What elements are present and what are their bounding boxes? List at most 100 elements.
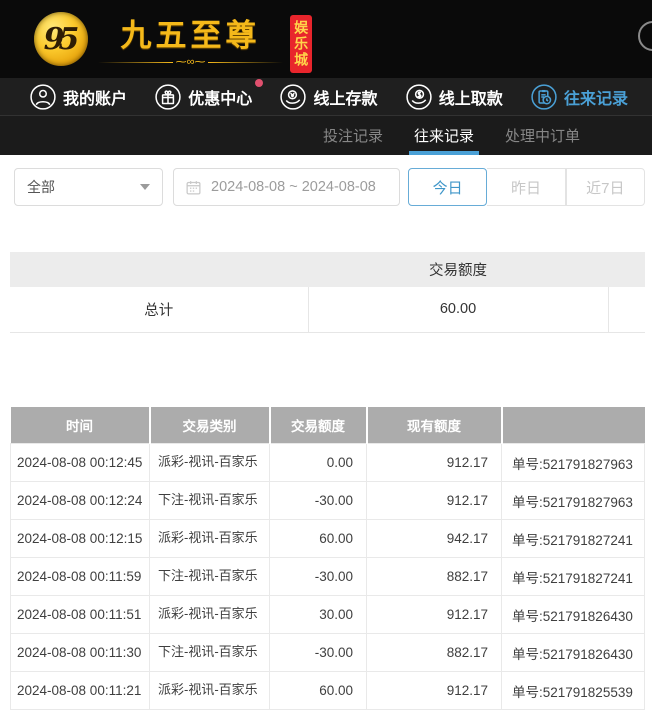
type-cell: 派彩-视讯-百家乐 bbox=[150, 672, 270, 710]
table-row: 2024-08-08 00:12:15派彩-视讯-百家乐60.00942.17单… bbox=[11, 520, 645, 558]
brand-badge: 娱乐城 bbox=[290, 15, 312, 73]
flourish-swirl-icon: ⁓∞⁓ bbox=[173, 57, 209, 68]
filter-bar: 全部 2024-08-08 ~ 2024-08-08 今日 昨日 近7日 bbox=[14, 168, 645, 206]
summary-table: 交易额度 总计 60.00 bbox=[10, 252, 645, 333]
last7days-button[interactable]: 近7日 bbox=[566, 168, 645, 206]
balance-cell: 882.17 bbox=[367, 634, 502, 672]
transactions-body: 2024-08-08 00:12:45派彩-视讯-百家乐0.00912.17单号… bbox=[11, 444, 645, 710]
record-tabs: 投注记录 往来记录 处理中订单 bbox=[0, 115, 652, 155]
table-row: 2024-08-08 00:12:45派彩-视讯-百家乐0.00912.17单号… bbox=[11, 444, 645, 482]
type-cell: 派彩-视讯-百家乐 bbox=[150, 520, 270, 558]
user-icon bbox=[30, 84, 56, 110]
summary-total-label: 总计 bbox=[10, 287, 308, 332]
deposit-icon bbox=[280, 84, 306, 110]
records-icon bbox=[531, 84, 557, 110]
summary-header-row: 交易额度 bbox=[10, 252, 645, 287]
nav-item-records[interactable]: 往来记录 bbox=[531, 84, 628, 110]
quick-date-buttons: 今日 昨日 近7日 bbox=[408, 168, 645, 206]
order-cell: 单号:521791827963 bbox=[502, 482, 645, 520]
col-header-balance: 现有额度 bbox=[367, 407, 502, 444]
type-cell: 派彩-视讯-百家乐 bbox=[150, 596, 270, 634]
type-cell: 派彩-视讯-百家乐 bbox=[150, 444, 270, 482]
notification-dot bbox=[255, 79, 263, 87]
nav-item-deposit[interactable]: 线上存款 bbox=[280, 84, 377, 110]
col-header-type: 交易类别 bbox=[150, 407, 270, 444]
type-cell: 下注-视讯-百家乐 bbox=[150, 634, 270, 672]
amount-cell: 60.00 bbox=[270, 520, 367, 558]
balance-cell: 912.17 bbox=[367, 596, 502, 634]
amount-cell: 30.00 bbox=[270, 596, 367, 634]
withdraw-icon bbox=[406, 84, 432, 110]
time-cell: 2024-08-08 00:11:30 bbox=[11, 634, 150, 672]
summary-header-empty bbox=[10, 252, 308, 287]
nav-item-label: 往来记录 bbox=[564, 85, 628, 109]
nav-item-label: 线上取款 bbox=[439, 85, 503, 109]
brand-name: 九五至尊 bbox=[121, 10, 261, 55]
nav-item-promotions[interactable]: 优惠中心 bbox=[155, 84, 252, 110]
order-cell: 单号:521791826430 bbox=[502, 634, 645, 672]
flourish-line-left bbox=[98, 62, 173, 63]
col-header-time: 时间 bbox=[11, 407, 150, 444]
gift-icon bbox=[155, 84, 181, 110]
category-select[interactable]: 全部 bbox=[14, 168, 163, 206]
chevron-down-icon bbox=[140, 184, 150, 190]
order-cell: 单号:521791827241 bbox=[502, 520, 645, 558]
balance-cell: 882.17 bbox=[367, 558, 502, 596]
table-row: 2024-08-08 00:12:24下注-视讯-百家乐-30.00912.17… bbox=[11, 482, 645, 520]
amount-cell: -30.00 bbox=[270, 482, 367, 520]
summary-header-empty2 bbox=[608, 252, 645, 287]
time-cell: 2024-08-08 00:12:24 bbox=[11, 482, 150, 520]
logo-title-block: 九五至尊 ⁓∞⁓ bbox=[98, 10, 283, 68]
table-row: 2024-08-08 00:11:21派彩-视讯-百家乐60.00912.17单… bbox=[11, 672, 645, 710]
avatar-icon[interactable] bbox=[638, 21, 652, 51]
balance-cell: 912.17 bbox=[367, 672, 502, 710]
top-bar: 95 九五至尊 ⁓∞⁓ 娱乐城 bbox=[0, 0, 652, 78]
amount-cell: 60.00 bbox=[270, 672, 367, 710]
calendar-icon bbox=[185, 179, 202, 196]
tab-pending-orders[interactable]: 处理中订单 bbox=[505, 116, 580, 155]
amount-cell: 0.00 bbox=[270, 444, 367, 482]
col-header-order bbox=[502, 407, 645, 444]
tab-transaction-records[interactable]: 往来记录 bbox=[414, 116, 474, 155]
type-cell: 下注-视讯-百家乐 bbox=[150, 558, 270, 596]
summary-total-row: 总计 60.00 bbox=[10, 287, 645, 332]
balance-cell: 912.17 bbox=[367, 482, 502, 520]
balance-cell: 942.17 bbox=[367, 520, 502, 558]
transactions-table: 时间 交易类别 交易额度 现有额度 2024-08-08 00:12:45派彩-… bbox=[10, 407, 645, 711]
col-header-amount: 交易额度 bbox=[270, 407, 367, 444]
nav-item-withdraw[interactable]: 线上取款 bbox=[406, 84, 503, 110]
order-cell: 单号:521791827963 bbox=[502, 444, 645, 482]
time-cell: 2024-08-08 00:11:59 bbox=[11, 558, 150, 596]
type-cell: 下注-视讯-百家乐 bbox=[150, 482, 270, 520]
summary-header-amount: 交易额度 bbox=[308, 252, 608, 287]
date-range-input[interactable]: 2024-08-08 ~ 2024-08-08 bbox=[173, 168, 400, 206]
logo-coin-icon: 95 bbox=[34, 12, 88, 66]
amount-cell: -30.00 bbox=[270, 558, 367, 596]
table-row: 2024-08-08 00:11:59下注-视讯-百家乐-30.00882.17… bbox=[11, 558, 645, 596]
flourish-line-right bbox=[208, 62, 283, 63]
balance-cell: 912.17 bbox=[367, 444, 502, 482]
main-nav: 我的账户 优惠中心 线上存款 线上取款 bbox=[0, 78, 652, 115]
yesterday-button[interactable]: 昨日 bbox=[487, 168, 565, 206]
time-cell: 2024-08-08 00:11:21 bbox=[11, 672, 150, 710]
summary-total-empty bbox=[608, 287, 645, 332]
date-range-value: 2024-08-08 ~ 2024-08-08 bbox=[211, 179, 376, 195]
today-button[interactable]: 今日 bbox=[408, 168, 487, 206]
nav-item-label: 线上存款 bbox=[313, 85, 377, 109]
tab-bet-records[interactable]: 投注记录 bbox=[323, 116, 383, 155]
logo-flourish: ⁓∞⁓ bbox=[98, 57, 283, 68]
category-select-value: 全部 bbox=[27, 177, 55, 197]
time-cell: 2024-08-08 00:11:51 bbox=[11, 596, 150, 634]
table-row: 2024-08-08 00:11:51派彩-视讯-百家乐30.00912.17单… bbox=[11, 596, 645, 634]
time-cell: 2024-08-08 00:12:45 bbox=[11, 444, 150, 482]
order-cell: 单号:521791826430 bbox=[502, 596, 645, 634]
order-cell: 单号:521791827241 bbox=[502, 558, 645, 596]
site-logo[interactable]: 95 九五至尊 ⁓∞⁓ 娱乐城 bbox=[34, 6, 312, 73]
nav-item-my-account[interactable]: 我的账户 bbox=[30, 84, 127, 110]
order-cell: 单号:521791825539 bbox=[502, 672, 645, 710]
summary-total-value: 60.00 bbox=[308, 287, 608, 332]
nav-item-label: 我的账户 bbox=[63, 85, 127, 109]
nav-item-label: 优惠中心 bbox=[188, 85, 252, 109]
transactions-header-row: 时间 交易类别 交易额度 现有额度 bbox=[11, 407, 645, 444]
amount-cell: -30.00 bbox=[270, 634, 367, 672]
